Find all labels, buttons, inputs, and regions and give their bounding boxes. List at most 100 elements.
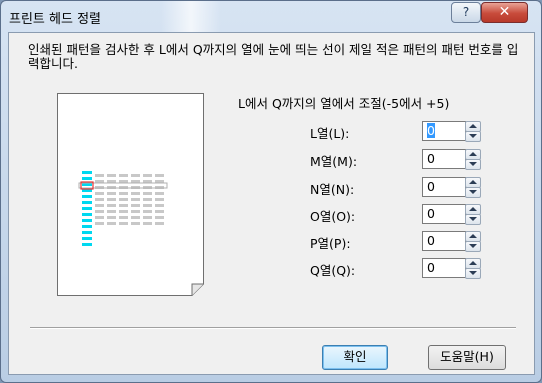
- separator-line: [30, 327, 516, 329]
- gray-pattern-bar: [155, 204, 164, 207]
- gray-pattern-bar: [155, 210, 164, 213]
- spin-buttons-o: [465, 204, 481, 225]
- row-label-m: M열(M):: [310, 154, 358, 169]
- close-icon[interactable]: ✕: [481, 2, 528, 23]
- gray-pattern-bar: [95, 210, 104, 213]
- gray-pattern-bar: [131, 198, 140, 201]
- spin-buttons-m: [465, 149, 481, 170]
- value-field-m[interactable]: 0: [422, 149, 466, 169]
- help-button[interactable]: 도움말(H): [428, 345, 506, 370]
- spin-down-icon[interactable]: [465, 159, 481, 170]
- gray-pattern-bar: [119, 222, 128, 225]
- gray-pattern-bar: [119, 216, 128, 219]
- gray-pattern-bar: [155, 198, 164, 201]
- spin-down-icon[interactable]: [465, 187, 481, 198]
- gray-pattern-bar: [155, 174, 164, 177]
- row-label-n: N열(N):: [310, 182, 355, 197]
- gray-pattern-bar: [107, 192, 116, 195]
- value-text-q: 0: [427, 260, 435, 275]
- value-field-n[interactable]: 0: [422, 177, 466, 197]
- cyan-pattern-bar: [82, 201, 92, 204]
- gray-pattern-bar: [131, 210, 140, 213]
- title-glow: [161, 1, 221, 35]
- value-field-o[interactable]: 0: [422, 204, 466, 224]
- gray-pattern-bar: [107, 198, 116, 201]
- value-text-o: 0: [427, 206, 435, 221]
- spin-buttons-n: [465, 177, 481, 198]
- gray-pattern-bar: [95, 198, 104, 201]
- spinner-o[interactable]: 0: [422, 204, 486, 225]
- gray-pattern-bar: [107, 210, 116, 213]
- row-label-q: Q열(Q):: [310, 263, 356, 278]
- gray-pattern-bar: [143, 174, 152, 177]
- spinner-n[interactable]: 0: [422, 177, 486, 198]
- value-field-q[interactable]: 0: [422, 258, 466, 278]
- gray-pattern-bar: [95, 222, 104, 225]
- row-label-o: O열(O):: [310, 209, 356, 224]
- spinner-q[interactable]: 0: [422, 258, 486, 279]
- gray-pattern-bar: [155, 192, 164, 195]
- gray-pattern-bar: [107, 204, 116, 207]
- gray-pattern-bar: [131, 222, 140, 225]
- spinner-l[interactable]: 0: [422, 121, 486, 142]
- alignment-pattern-preview: [57, 93, 204, 296]
- value-text-m: 0: [427, 151, 435, 166]
- cyan-pattern-bar: [82, 219, 92, 222]
- gray-pattern-bar: [107, 216, 116, 219]
- cyan-pattern-bar: [82, 243, 92, 246]
- gray-pattern-bar: [131, 174, 140, 177]
- value-field-p[interactable]: 0: [422, 231, 466, 251]
- adjustment-range-label: L에서 Q까지의 열에서 조절(-5에서 +5): [238, 96, 450, 111]
- cyan-pattern-bar: [82, 213, 92, 216]
- gray-pattern-bar: [107, 174, 116, 177]
- value-text-p: 0: [427, 233, 435, 248]
- gray-pattern-bar: [155, 216, 164, 219]
- value-text-l: 0: [427, 123, 435, 138]
- ok-button[interactable]: 확인: [322, 345, 388, 370]
- gray-pattern-bar: [119, 174, 128, 177]
- value-field-l[interactable]: 0: [422, 121, 466, 141]
- title-bar[interactable]: 프린트 헤드 정렬 ? ✕: [1, 1, 541, 35]
- print-head-alignment-dialog: 프린트 헤드 정렬 ? ✕ 인쇄된 패턴을 검사한 후 L에서 Q까지의 열에 …: [0, 0, 542, 383]
- help-icon[interactable]: ?: [451, 2, 481, 23]
- value-text-n: 0: [427, 179, 435, 194]
- instruction-text: 인쇄된 패턴을 검사한 후 L에서 Q까지의 열에 눈에 띄는 선이 제일 적은…: [28, 42, 519, 71]
- cyan-pattern-bar: [82, 237, 92, 240]
- gray-pattern-bar: [95, 204, 104, 207]
- gray-pattern-bar: [131, 216, 140, 219]
- gray-pattern-bar: [107, 222, 116, 225]
- cyan-pattern-bar: [82, 195, 92, 198]
- spin-down-icon[interactable]: [465, 131, 481, 142]
- gray-pattern-bar: [95, 192, 104, 195]
- gray-pattern-bar: [131, 192, 140, 195]
- spin-down-icon[interactable]: [465, 214, 481, 225]
- dialog-body: 인쇄된 패턴을 검사한 후 L에서 Q까지의 열에 눈에 띄는 선이 제일 적은…: [8, 32, 535, 375]
- gray-pattern-bar: [143, 192, 152, 195]
- spin-buttons-q: [465, 258, 481, 279]
- cyan-pattern-bar: [82, 231, 92, 234]
- cyan-pattern-bar: [82, 177, 92, 180]
- spin-buttons-l: [465, 121, 481, 142]
- spin-down-icon[interactable]: [465, 241, 481, 252]
- spinner-m[interactable]: 0: [422, 149, 486, 170]
- gray-pattern-bar: [119, 210, 128, 213]
- gray-pattern-bar: [143, 198, 152, 201]
- gray-pattern-bar: [119, 204, 128, 207]
- spinner-p[interactable]: 0: [422, 231, 486, 252]
- cyan-pattern-bar: [82, 171, 92, 174]
- gray-pattern-bar: [155, 222, 164, 225]
- spin-buttons-p: [465, 231, 481, 252]
- cyan-pattern-bar: [82, 225, 92, 228]
- spin-down-icon[interactable]: [465, 268, 481, 279]
- cyan-pattern-bar: [82, 207, 92, 210]
- row-label-p: P열(P):: [310, 236, 351, 251]
- gray-pattern-bar: [143, 204, 152, 207]
- gray-pattern-bar: [95, 174, 104, 177]
- gray-pattern-bar: [119, 192, 128, 195]
- gray-pattern-bar: [131, 204, 140, 207]
- gray-pattern-bar: [143, 210, 152, 213]
- gray-pattern-bar: [95, 216, 104, 219]
- window-title: 프린트 헤드 정렬: [9, 12, 101, 27]
- gray-pattern-bar: [143, 216, 152, 219]
- row-label-l: L열(L):: [310, 126, 350, 141]
